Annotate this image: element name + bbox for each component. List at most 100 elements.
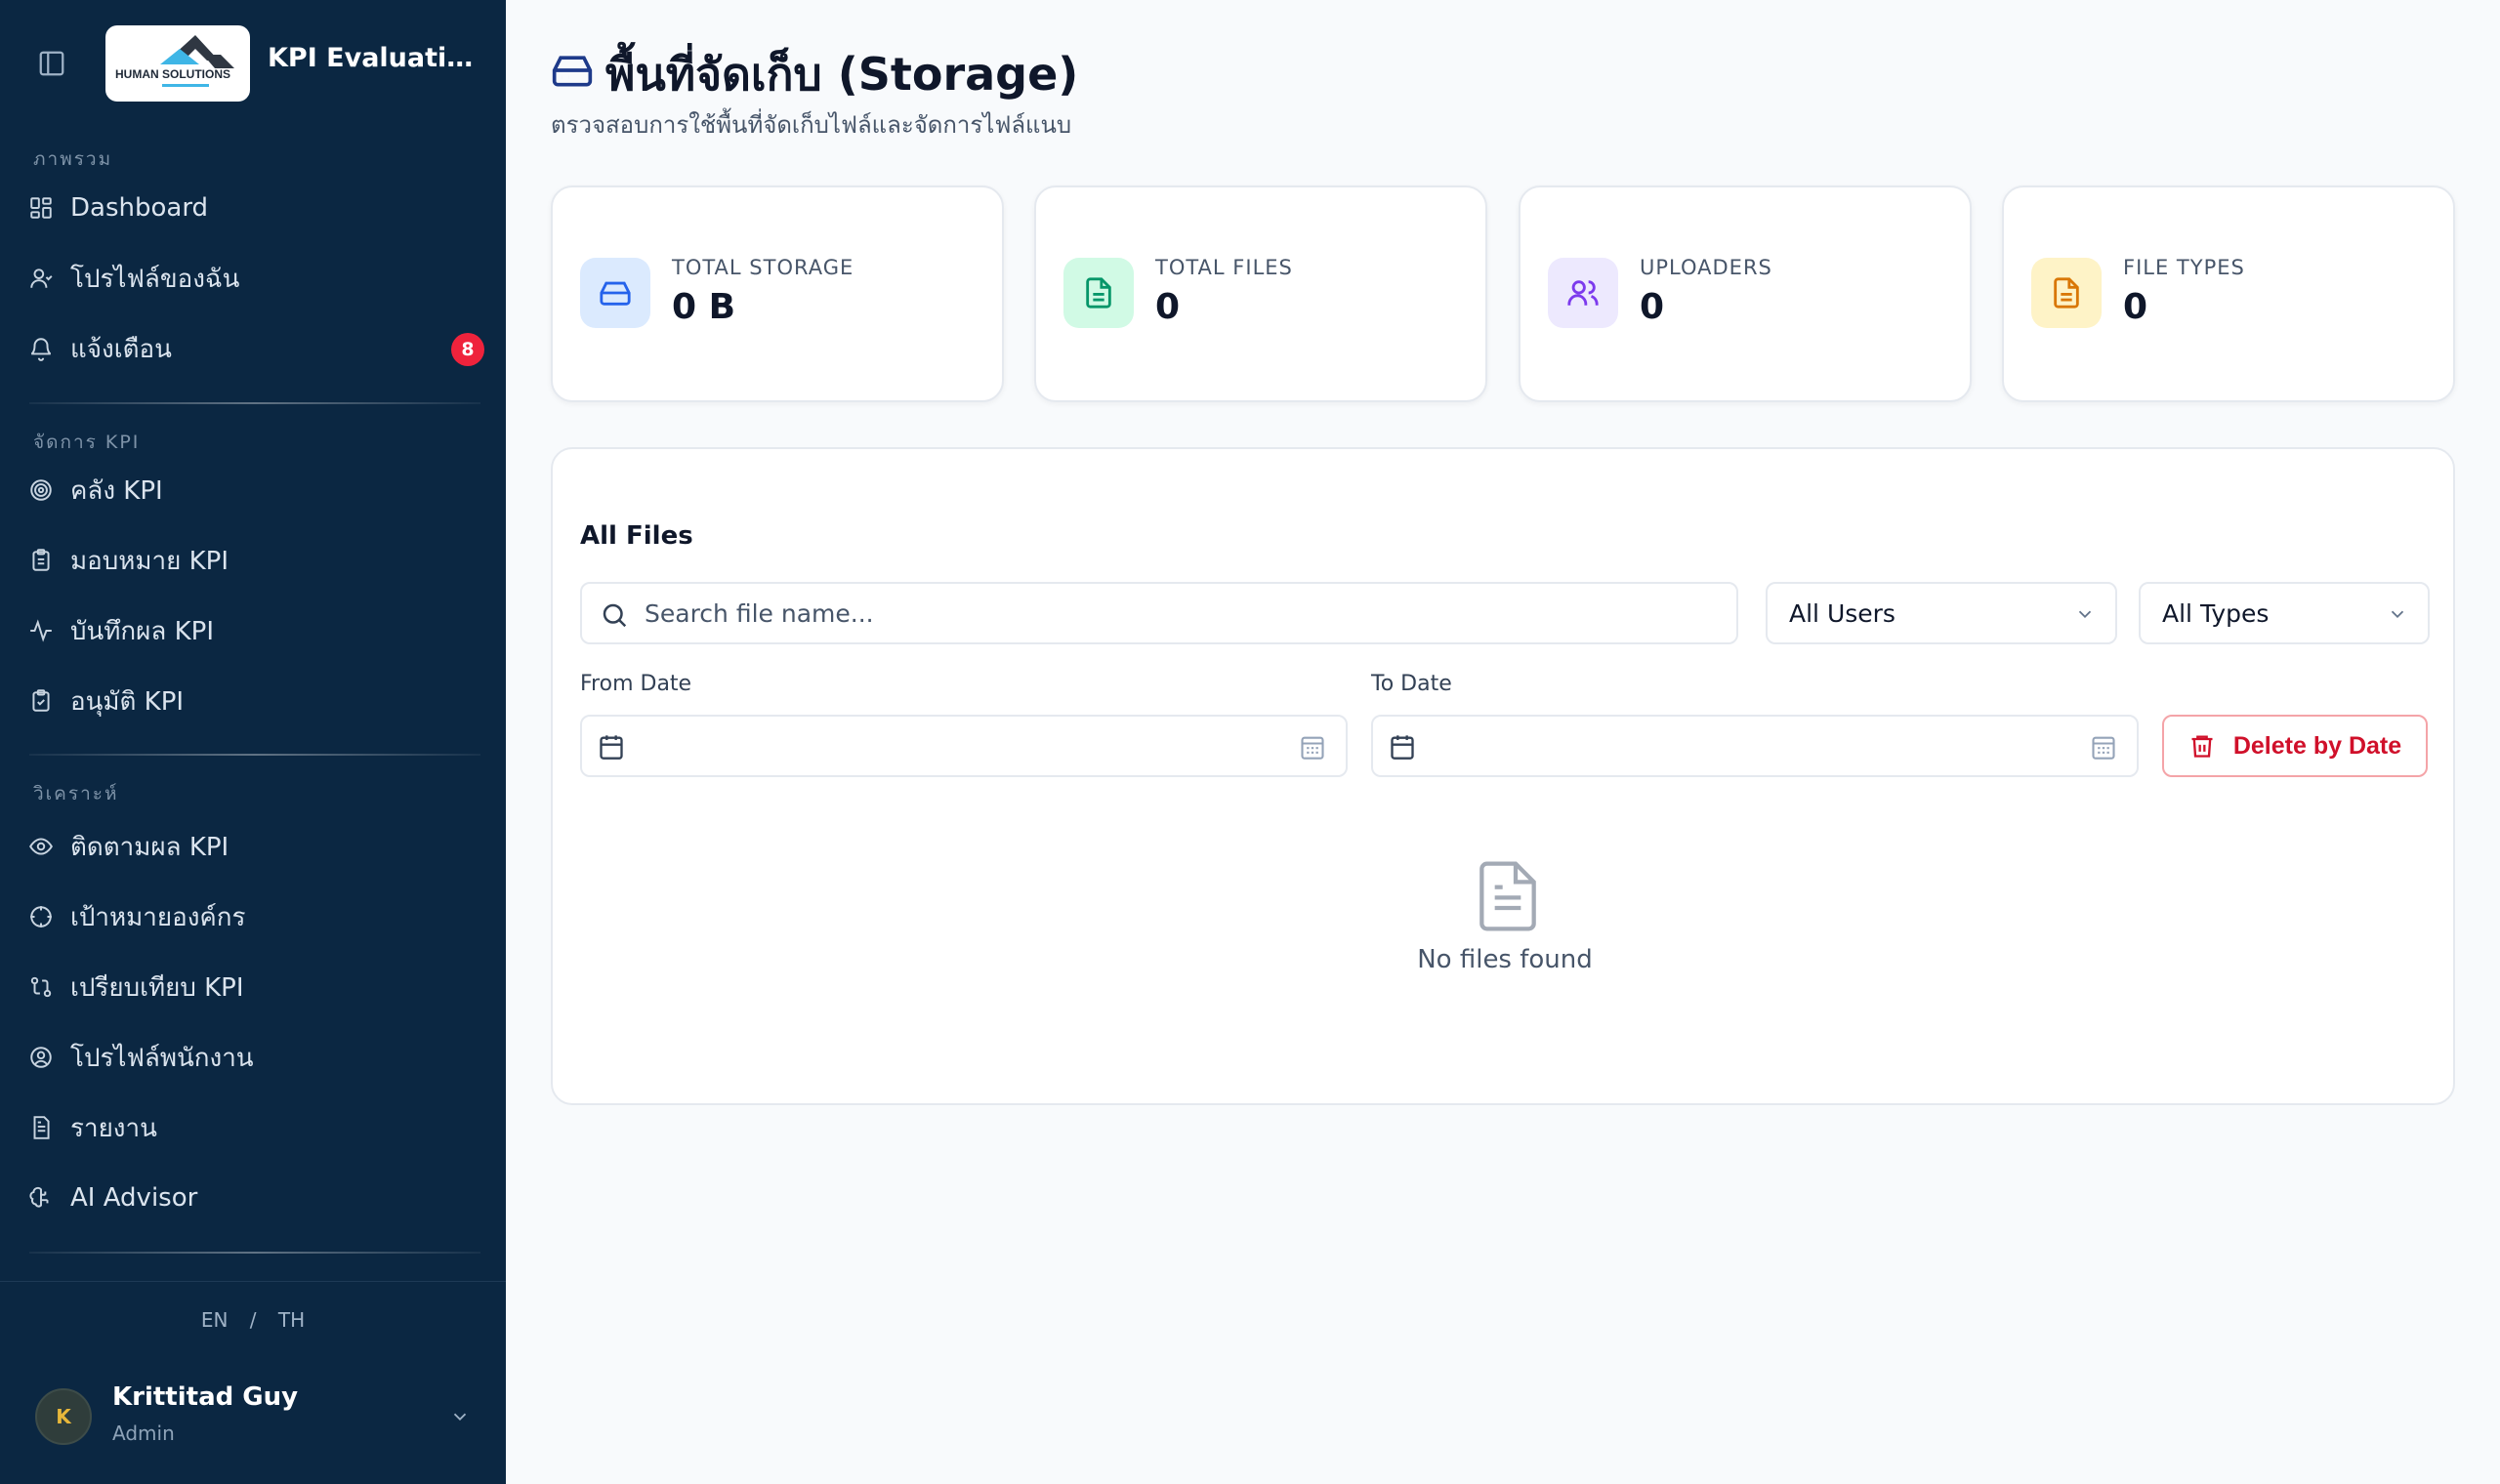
report-icon: [25, 1112, 57, 1143]
sidebar-divider: [29, 1252, 480, 1254]
dashboard-grid-icon: [25, 192, 57, 224]
sidebar-item-label: คลัง KPI: [70, 475, 163, 506]
search-icon: [603, 603, 627, 628]
language-switcher: EN / TH: [0, 1308, 506, 1332]
sidebar-item-my-profile[interactable]: โปรไฟล์ของฉัน: [25, 253, 484, 304]
section-label-overview: ภาพรวม: [33, 148, 113, 170]
sidebar-item-label: ติดตามผล KPI: [70, 832, 229, 862]
stat-label: TOTAL STORAGE: [672, 256, 854, 279]
crosshair-icon: [25, 901, 57, 932]
stat-value: 0: [1155, 287, 1181, 327]
file-text-icon: [1063, 258, 1134, 328]
sidebar-item-org-goals[interactable]: เป้าหมายองค์กร: [25, 891, 484, 942]
panel-title: All Files: [580, 521, 693, 551]
page-title: พื้นที่จัดเก็บ (Storage): [605, 48, 1079, 101]
stat-value: 0: [2123, 287, 2148, 327]
lang-separator: /: [249, 1308, 257, 1332]
search-box: [580, 582, 1738, 644]
stat-value: 0 B: [672, 287, 736, 327]
sidebar-item-label: AI Advisor: [70, 1183, 198, 1213]
sidebar-item-dashboard[interactable]: Dashboard: [25, 183, 484, 233]
file-type-icon: [2031, 258, 2102, 328]
clipboard-check-icon: [25, 685, 57, 717]
stat-label: FILE TYPES: [2123, 256, 2245, 279]
user-role: Admin: [112, 1422, 175, 1445]
avatar[interactable]: K: [35, 1388, 92, 1445]
sidebar-item-approve-kpi[interactable]: อนุมัติ KPI: [25, 676, 484, 726]
empty-file-icon: [1479, 861, 1536, 931]
sidebar-item-reports[interactable]: รายงาน: [25, 1102, 484, 1153]
hard-drive-icon: [552, 56, 593, 87]
calendar-icon: [600, 735, 623, 760]
users-icon: [1548, 258, 1618, 328]
sidebar-item-label: รายงาน: [70, 1113, 157, 1143]
user-name: Krittitad Guy: [112, 1382, 299, 1412]
section-label-analytics: วิเคราะห์: [33, 783, 119, 804]
clipboard-list-icon: [25, 545, 57, 576]
sidebar-item-label: เปรียบเทียบ KPI: [70, 972, 244, 1003]
sidebar-toggle-icon[interactable]: [37, 49, 66, 78]
company-logo: HUMAN SOLUTIONS: [105, 25, 250, 102]
delete-button-label: Delete by Date: [2232, 731, 2402, 760]
page-subtitle: ตรวจสอบการใช้พื้นที่จัดเก็บไฟล์และจัดการ…: [551, 111, 1072, 139]
users-select[interactable]: All Users: [1766, 582, 2117, 644]
sidebar-item-record-kpi[interactable]: บันทึกผล KPI: [25, 605, 484, 656]
activity-icon: [25, 615, 57, 646]
sidebar-item-label: อนุมัติ KPI: [70, 686, 185, 717]
lang-th-button[interactable]: TH: [278, 1308, 305, 1332]
empty-state-text: No files found: [1417, 945, 1593, 974]
sidebar-footer-divider: [0, 1281, 506, 1282]
calendar-icon: [1391, 735, 1414, 760]
brain-icon: [25, 1182, 57, 1214]
stat-label: TOTAL FILES: [1155, 256, 1293, 279]
sidebar-item-label: เป้าหมายองค์กร: [70, 902, 246, 932]
user-circle-icon: [25, 1042, 57, 1073]
sidebar-item-track-kpi[interactable]: ติดตามผล KPI: [25, 821, 484, 872]
all-files-panel: All Files All Users All Types From Date …: [551, 447, 2455, 1105]
target-icon: [25, 474, 57, 506]
section-label-kpi-management: จัดการ KPI: [33, 432, 141, 453]
user-icon: [25, 263, 57, 294]
stat-card-uploaders: UPLOADERS 0: [1519, 186, 1972, 402]
sidebar-item-label: แจ้งเตือน: [70, 334, 172, 364]
sidebar-item-employee-profile[interactable]: โปรไฟล์พนักงาน: [25, 1032, 484, 1083]
chevron-down-icon: [2391, 610, 2404, 619]
sidebar: HUMAN SOLUTIONS KPI Evaluation ... ภาพรว…: [0, 0, 506, 1484]
chevron-down-icon: [2078, 610, 2092, 619]
to-date-label: To Date: [1371, 672, 1452, 696]
chevron-down-icon[interactable]: [449, 1406, 471, 1427]
sidebar-item-kpi-library[interactable]: คลัง KPI: [25, 465, 484, 515]
stat-label: UPLOADERS: [1640, 256, 1772, 279]
hard-drive-icon: [580, 258, 650, 328]
sidebar-item-label: มอบหมาย KPI: [70, 546, 229, 576]
date-picker-icon[interactable]: [1299, 733, 1326, 761]
sidebar-item-ai-advisor[interactable]: AI Advisor: [25, 1173, 484, 1223]
search-input[interactable]: [645, 598, 1736, 628]
lang-en-button[interactable]: EN: [201, 1308, 229, 1332]
sidebar-divider: [29, 754, 480, 756]
stat-card-total-files: TOTAL FILES 0: [1034, 186, 1487, 402]
compare-icon: [25, 971, 57, 1003]
date-picker-icon[interactable]: [2090, 733, 2117, 761]
sidebar-item-label: บันทึกผล KPI: [70, 616, 214, 646]
sidebar-item-compare-kpi[interactable]: เปรียบเทียบ KPI: [25, 962, 484, 1012]
stat-card-total-storage: TOTAL STORAGE 0 B: [551, 186, 1004, 402]
types-select-value: All Types: [2162, 598, 2270, 628]
sidebar-item-assign-kpi[interactable]: มอบหมาย KPI: [25, 535, 484, 586]
sidebar-item-notifications[interactable]: แจ้งเตือน 8: [25, 323, 484, 374]
from-date-label: From Date: [580, 672, 692, 696]
types-select[interactable]: All Types: [2139, 582, 2430, 644]
trash-icon: [2191, 735, 2213, 758]
sidebar-item-label: โปรไฟล์พนักงาน: [70, 1043, 254, 1073]
to-date-input[interactable]: [1371, 715, 2139, 777]
delete-by-date-button[interactable]: Delete by Date: [2162, 715, 2428, 777]
bell-icon: [25, 333, 57, 364]
notification-count-badge: 8: [451, 333, 484, 366]
eye-icon: [25, 831, 57, 862]
sidebar-item-label: โปรไฟล์ของฉัน: [70, 264, 240, 294]
from-date-input[interactable]: [580, 715, 1348, 777]
stat-card-file-types: FILE TYPES 0: [2002, 186, 2455, 402]
logo-text: HUMAN SOLUTIONS: [115, 67, 230, 81]
app-title: KPI Evaluation ...: [268, 43, 488, 73]
sidebar-item-label: Dashboard: [70, 193, 209, 223]
